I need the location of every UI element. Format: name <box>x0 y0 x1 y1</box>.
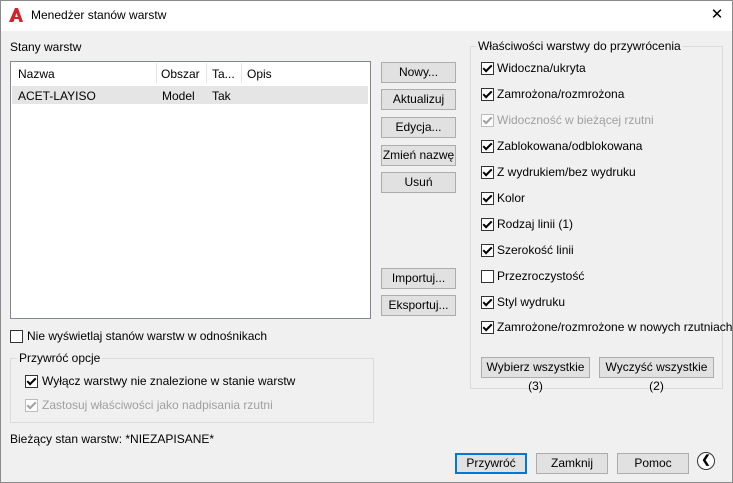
turn-off-layers-label: Wyłącz warstwy nie znalezione w stanie w… <box>42 374 296 388</box>
layer-states-label: Stany warstw <box>10 40 82 54</box>
current-state-text: Bieżący stan warstw: *NIEZAPISANE* <box>10 432 215 446</box>
linetype-checkbox[interactable] <box>481 218 494 231</box>
plot-label: Z wydrukiem/bez wydruku <box>497 165 636 179</box>
import-button[interactable]: Importuj... <box>381 268 456 289</box>
linetype-label: Rodzaj linii (1) <box>497 217 574 231</box>
apply-overrides-checkbox <box>25 399 38 412</box>
list-header: Nazwa Obszar Ta... Opis <box>11 62 370 84</box>
column-header-ta[interactable]: Ta... <box>212 67 235 81</box>
color-checkbox[interactable] <box>481 192 494 205</box>
no-xref-label: Nie wyświetlaj stanów warstw w odnośnika… <box>27 329 268 343</box>
clear-all-button[interactable]: Wyczyść wszystkie (2) <box>599 357 714 393</box>
column-header-space[interactable]: Obszar <box>161 67 200 81</box>
collapse-chevron-icon[interactable]: ❮ <box>697 452 715 470</box>
column-divider[interactable] <box>206 63 207 83</box>
column-header-description[interactable]: Opis <box>247 67 272 81</box>
help-button[interactable]: Pomoc <box>617 453 689 474</box>
update-button[interactable]: Aktualizuj <box>381 89 456 110</box>
column-divider[interactable] <box>241 63 242 83</box>
close-button[interactable]: Zamknij <box>536 453 608 474</box>
restore-options-group <box>10 358 374 423</box>
locked-label: Zablokowana/odblokowana <box>497 139 643 153</box>
layer-states-list[interactable]: Nazwa Obszar Ta... Opis ACET-LAYISO Mode… <box>10 61 371 319</box>
plot-style-checkbox[interactable] <box>481 296 494 309</box>
close-icon[interactable]: ✕ <box>705 4 729 26</box>
table-row[interactable]: ACET-LAYISO Model Tak <box>12 86 368 104</box>
delete-button[interactable]: Usuń <box>381 172 456 193</box>
transparency-label: Przezroczystość <box>497 269 585 283</box>
export-button[interactable]: Eksportuj... <box>381 295 456 316</box>
properties-title: Właściwości warstwy do przywrócenia <box>476 39 683 53</box>
transparency-checkbox[interactable] <box>481 270 494 283</box>
turn-off-layers-checkbox[interactable] <box>25 375 38 388</box>
cell-ta: Tak <box>212 89 231 103</box>
column-divider[interactable] <box>156 63 157 83</box>
lineweight-checkbox[interactable] <box>481 244 494 257</box>
vp-visibility-checkbox <box>481 114 494 127</box>
autocad-a-icon <box>8 7 24 23</box>
column-header-name[interactable]: Nazwa <box>18 67 55 81</box>
cell-name: ACET-LAYISO <box>18 89 96 103</box>
lineweight-label: Szerokość linii <box>497 243 574 257</box>
visible-checkbox[interactable] <box>481 62 494 75</box>
color-label: Kolor <box>497 191 526 205</box>
locked-checkbox[interactable] <box>481 140 494 153</box>
frozen-label: Zamrożona/rozmrożona <box>497 87 625 101</box>
cell-space: Model <box>162 89 195 103</box>
vp-visibility-label: Widoczność w bieżącej rzutni <box>497 113 654 127</box>
select-all-button[interactable]: Wybierz wszystkie (3) <box>481 357 590 393</box>
new-button[interactable]: Nowy... <box>381 62 456 83</box>
rename-button[interactable]: Zmień nazwę <box>381 145 456 166</box>
edit-button[interactable]: Edycja... <box>381 117 456 138</box>
plot-checkbox[interactable] <box>481 166 494 179</box>
restore-options-title: Przywróć opcje <box>17 351 103 365</box>
restore-button[interactable]: Przywróć <box>455 453 527 474</box>
frozen-checkbox[interactable] <box>481 88 494 101</box>
new-vp-frozen-label: Zamrożone/rozmrożone w nowych rzutniach <box>497 320 733 334</box>
apply-overrides-label: Zastosuj właściwości jako nadpisania rzu… <box>42 398 273 412</box>
visible-label: Widoczna/ukryta <box>497 61 586 75</box>
new-vp-frozen-checkbox[interactable] <box>481 321 494 334</box>
plot-style-label: Styl wydruku <box>497 295 566 309</box>
no-xref-checkbox[interactable] <box>10 330 23 343</box>
window-title: Menedżer stanów warstw <box>31 8 167 22</box>
